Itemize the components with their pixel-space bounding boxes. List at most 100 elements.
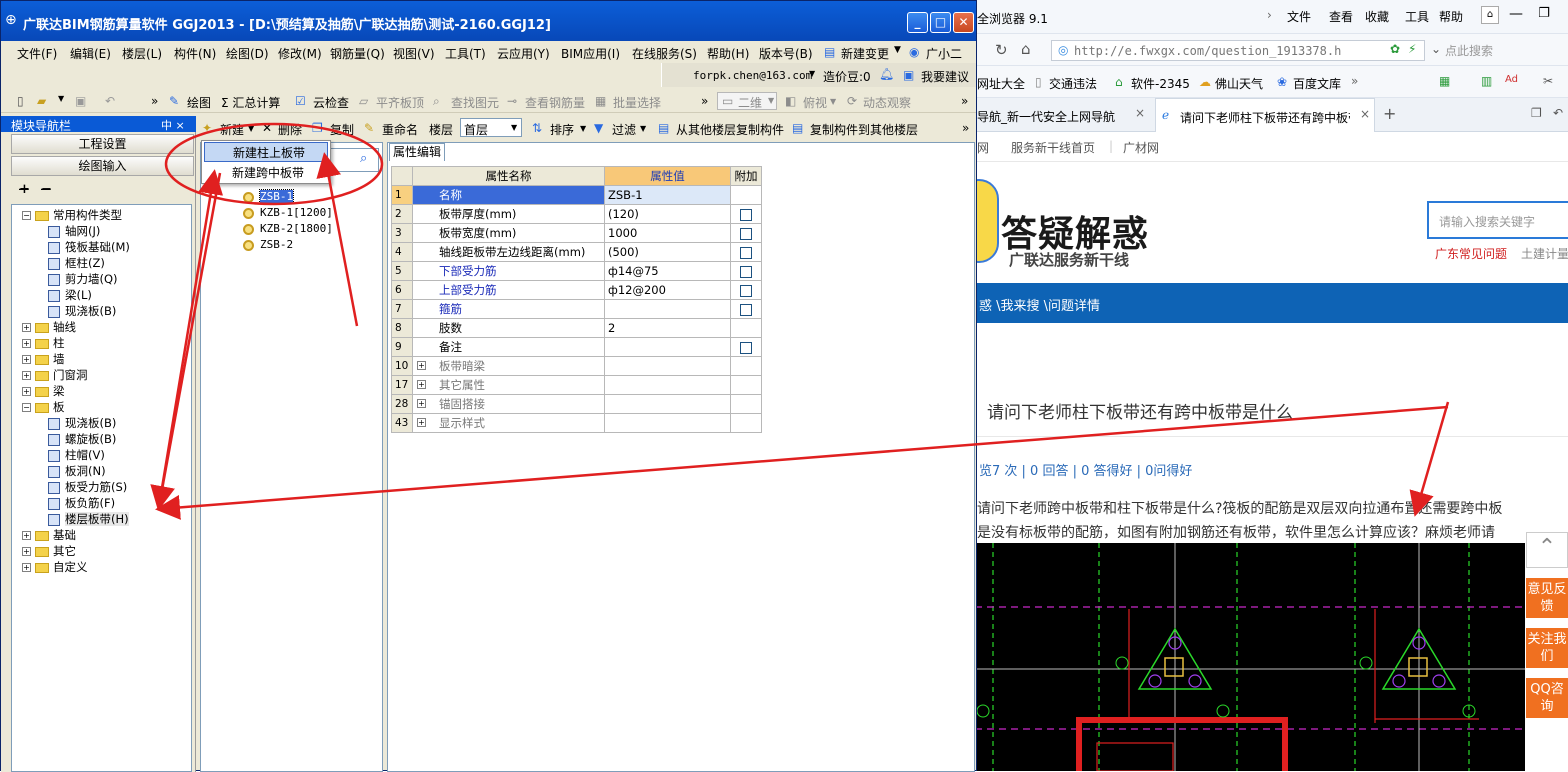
tree-item[interactable]: 楼层板带(H) (48, 511, 129, 527)
new-tab-icon[interactable]: + (1383, 104, 1396, 123)
property-value[interactable]: 1000 (608, 226, 637, 240)
tree-folder[interactable]: + 其它 (22, 543, 76, 559)
more-icon[interactable]: » (151, 94, 158, 108)
property-row[interactable]: 6 上部受力筋 ф12@200 (391, 280, 762, 300)
expand-icon[interactable]: + (22, 323, 31, 332)
close-icon[interactable]: × (1135, 106, 1145, 120)
apps-icon[interactable]: ▦ (1439, 74, 1450, 88)
dropdown-arrow-icon[interactable]: ▼ (58, 94, 64, 103)
tree-folder[interactable]: + 柱 (22, 335, 65, 351)
dropdown-arrow-icon[interactable]: ▼ (894, 45, 901, 55)
copy-to-floor-button[interactable]: 复制构件到其他楼层 (810, 121, 918, 138)
menu-file[interactable]: 文件(F) (17, 45, 57, 62)
shirt-icon[interactable]: ⌂ (1481, 6, 1499, 24)
property-row[interactable]: 1 名称 ZSB-1 (391, 185, 762, 205)
fav-item[interactable]: 网址大全 (977, 75, 1025, 92)
flat-top-button[interactable]: 平齐板顶 (376, 94, 424, 111)
browser-search-box[interactable]: 点此搜索 (1445, 42, 1493, 59)
breadcrumb[interactable]: 惑 \我来搜 \问题详情 (979, 295, 1100, 314)
tab-property-edit[interactable]: 属性编辑 (389, 143, 445, 161)
account-email[interactable]: forpk.chen@163.com (693, 69, 812, 82)
home-icon[interactable]: ⌂ (1021, 40, 1031, 58)
tree-item[interactable]: 板洞(N) (48, 463, 106, 479)
property-value[interactable]: ф12@200 (608, 283, 666, 297)
menu-assistant[interactable]: 广小二 (926, 45, 962, 62)
fav-item[interactable]: 百度文库 (1293, 75, 1341, 92)
menu-help[interactable]: 帮助(H) (707, 45, 749, 62)
follow-button[interactable]: 关注我们 (1526, 628, 1568, 668)
tree-item[interactable]: 轴网(J) (48, 223, 100, 239)
fav-item[interactable]: 软件-2345 (1131, 75, 1190, 92)
browser-menu-help[interactable]: 帮助 (1439, 8, 1463, 25)
expand-icon[interactable]: + (22, 339, 31, 348)
close-button[interactable]: ✕ (953, 12, 974, 33)
menu-modify[interactable]: 修改(M) (278, 45, 322, 62)
property-value[interactable]: 2 (608, 321, 615, 335)
menu-draw[interactable]: 绘图(D) (226, 45, 269, 62)
dropdown-arrow-icon[interactable]: ⌄ (1431, 42, 1441, 56)
bell-icon[interactable]: 🔔︎ (879, 67, 894, 81)
top-view-button[interactable]: 俯视 (803, 94, 827, 111)
tree-folder[interactable]: + 墙 (22, 351, 65, 367)
extra-checkbox[interactable] (740, 208, 752, 221)
tree-item[interactable]: 柱帽(V) (48, 447, 105, 463)
tree-item[interactable]: 现浇板(B) (48, 303, 116, 319)
collapse-icon[interactable]: − (22, 211, 31, 220)
menu-item-new-column-strip[interactable]: 新建柱上板带 (204, 142, 328, 162)
expand-icon[interactable]: + (22, 371, 31, 380)
expand-icon[interactable]: + (22, 563, 31, 572)
book-icon[interactable]: ▥ (1481, 74, 1492, 88)
property-value[interactable]: (120) (608, 207, 639, 221)
menu-rebar[interactable]: 钢筋量(Q) (330, 45, 385, 62)
new-file-icon[interactable]: ▯ (17, 94, 24, 108)
browser-menu-tools[interactable]: 工具 (1405, 8, 1429, 25)
tree-item[interactable]: 剪力墙(Q) (48, 271, 118, 287)
expand-icon[interactable]: + (417, 380, 426, 389)
draw-button[interactable]: 绘图 (187, 94, 211, 111)
close-icon[interactable]: × (1360, 107, 1370, 121)
rename-button[interactable]: 重命名 (382, 121, 418, 138)
menu-new-change[interactable]: 新建变更 (841, 45, 889, 62)
new-button[interactable]: 新建 (220, 121, 244, 138)
save-icon[interactable]: ▣ (75, 94, 86, 108)
extra-checkbox[interactable] (740, 303, 752, 316)
property-row[interactable]: 10 + 板带暗梁 (391, 356, 762, 376)
delete-button[interactable]: 删除 (278, 121, 302, 138)
property-value[interactable]: (500) (608, 245, 639, 259)
menu-tools[interactable]: 工具(T) (445, 45, 486, 62)
feedback-button[interactable]: 意见反馈 (1526, 578, 1568, 618)
expand-icon[interactable]: + (417, 399, 426, 408)
menu-component[interactable]: 构件(N) (174, 45, 216, 62)
more-icon[interactable]: » (701, 94, 708, 108)
url-bar[interactable]: ◎ http://e.fwxgx.com/question_1913378.h … (1051, 40, 1425, 61)
more-icon[interactable]: » (1351, 74, 1358, 88)
browser-menu-file[interactable]: 文件 (1287, 8, 1311, 25)
tree-item[interactable]: 板受力筋(S) (48, 479, 127, 495)
pdf-icon[interactable]: Ad (1505, 74, 1518, 85)
expand-icon[interactable]: + (22, 387, 31, 396)
property-row[interactable]: 5 下部受力筋 ф14@75 (391, 261, 762, 281)
dropdown-arrow-icon[interactable]: ▼ (640, 124, 646, 133)
expand-icon[interactable]: + (22, 547, 31, 556)
dropdown-arrow-icon[interactable]: ▼ (248, 124, 254, 133)
collapse-icon[interactable]: − (22, 403, 31, 412)
dropdown-arrow-icon[interactable]: ▼ (830, 97, 836, 106)
site-nav-link[interactable]: 广材网 (1123, 139, 1159, 156)
fav-item[interactable]: 交通违法 (1049, 75, 1097, 92)
expand-icon[interactable]: + (22, 531, 31, 540)
browser-menu-favorites[interactable]: 收藏 (1365, 8, 1389, 25)
open-folder-icon[interactable]: ▰ (37, 94, 46, 108)
dynamic-view-button[interactable]: 动态观察 (863, 94, 911, 111)
scissors-icon[interactable]: ✂ (1543, 74, 1553, 88)
collapse-all-icon[interactable]: −̶ (41, 182, 52, 197)
expand-icon[interactable]: + (417, 361, 426, 370)
find-element-button[interactable]: 查找图元 (451, 94, 499, 111)
extra-checkbox[interactable] (740, 227, 752, 240)
floor-select[interactable]: 首层 ▼ (460, 118, 522, 137)
undo-close-icon[interactable]: ↶ (1553, 106, 1563, 120)
property-row[interactable]: 28 + 锚固搭接 (391, 394, 762, 414)
property-value[interactable]: ф14@75 (608, 264, 659, 278)
tree-folder[interactable]: − 常用构件类型 (22, 207, 122, 223)
browser-tab-active[interactable]: ℯ 请问下老师柱下板带还有跨中板带 × (1155, 98, 1375, 132)
tree-folder[interactable]: + 自定义 (22, 559, 88, 575)
